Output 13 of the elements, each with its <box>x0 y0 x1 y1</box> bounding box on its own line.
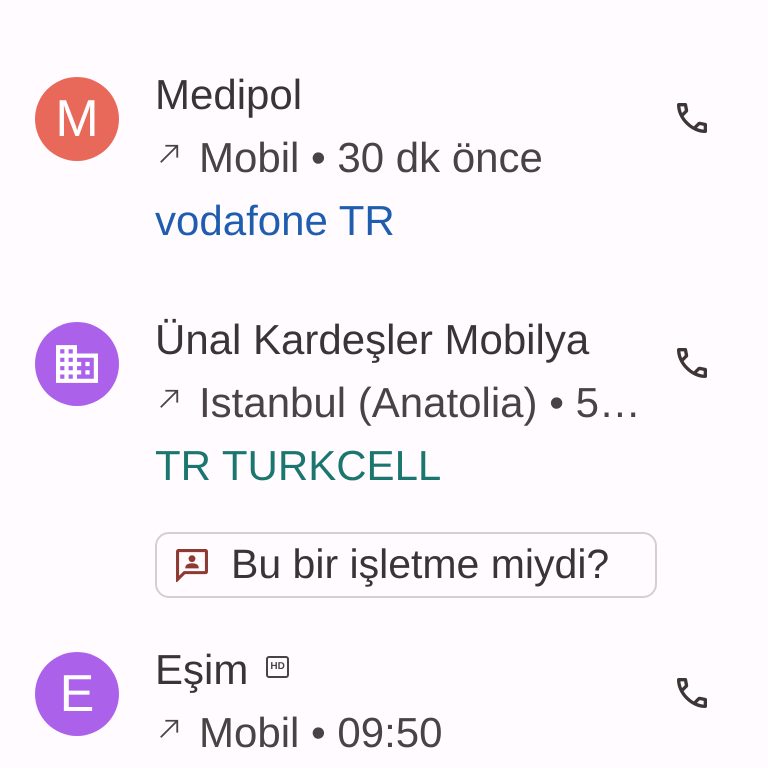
suggestion-chip[interactable]: Bu bir işletme miydi? <box>155 532 657 598</box>
carrier-label: TR TURKCELL <box>155 441 442 491</box>
contact-name: Ünal Kardeşler Mobilya <box>155 315 590 365</box>
call-details: Istanbul (Anatolia) • 5… <box>199 378 641 428</box>
avatar: M <box>35 77 119 161</box>
hd-badge: HD <box>266 656 289 678</box>
person-speech-bubble-icon <box>175 548 209 582</box>
call-details: Mobil • 09:50 <box>199 708 443 758</box>
carrier-label: vodafone TR <box>155 196 395 246</box>
avatar: E <box>35 652 119 736</box>
contact-name: Medipol <box>155 70 302 120</box>
contact-name: Eşim <box>155 645 248 695</box>
call-details: Mobil • 30 dk önce <box>199 133 543 183</box>
